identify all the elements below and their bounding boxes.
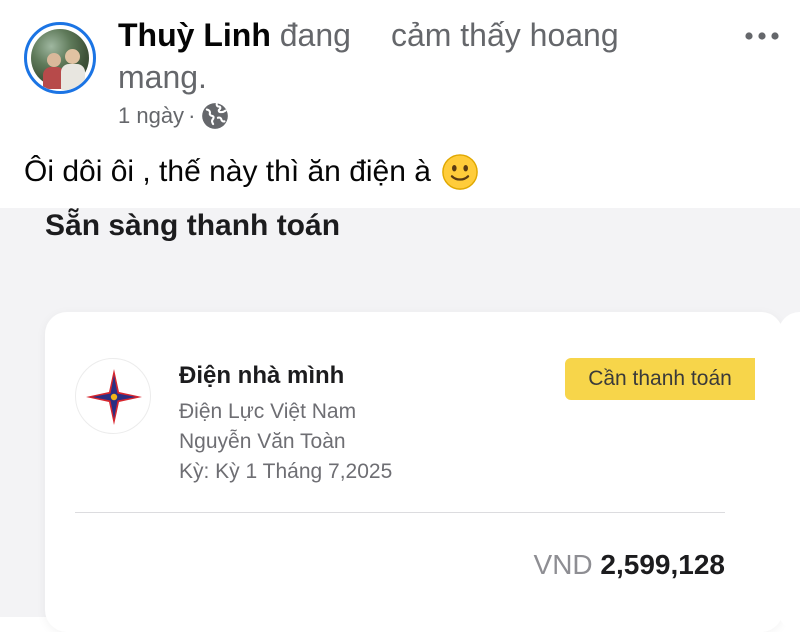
bill-amount: VND 2,599,128 [534, 548, 725, 582]
avatar-person-body [61, 64, 85, 90]
feeling-text-wrap: mang. [118, 59, 207, 95]
customer-name: Nguyễn Văn Toàn [179, 430, 346, 453]
post-header: Thuỳ Linh đang cảm thấy hoang mang. 1 ngà… [0, 0, 800, 140]
author-avatar[interactable] [24, 22, 96, 94]
author-line: Thuỳ Linh đang cảm thấy hoang mang. [118, 14, 738, 98]
divider [75, 512, 725, 513]
bill-card[interactable]: Điện nhà mình Điện Lực Việt Nam Nguyễn V… [45, 312, 783, 632]
avatar-photo [31, 29, 89, 90]
feeling-text: cảm thấy hoang [390, 17, 619, 53]
next-bill-card-edge[interactable] [778, 312, 800, 632]
globe-icon[interactable] [201, 102, 229, 130]
amount-value: 2,599,128 [600, 549, 725, 580]
shared-app-screenshot: Sẵn sàng thanh toán Điện nhà mình Điện L… [0, 208, 800, 632]
post-time[interactable]: 1 ngày [118, 103, 184, 129]
avatar-person-head [47, 53, 61, 67]
bill-name: Điện nhà mình [179, 362, 345, 389]
ellipsis-icon[interactable] [742, 24, 782, 48]
billing-period: Kỳ: Kỳ 1 Tháng 7,2025 [179, 460, 393, 483]
feeling-prefix: đang [279, 17, 351, 53]
author-name[interactable]: Thuỳ Linh [118, 17, 271, 53]
provider-name: Điện Lực Việt Nam [179, 400, 357, 423]
section-title: Sẵn sàng thanh toán [45, 209, 341, 242]
caption-text: Ôi dôi ôi , thế này thì ăn điện à [24, 155, 431, 188]
evn-star-logo-icon [75, 358, 151, 434]
avatar-person-head [65, 49, 80, 64]
slightly-smiling-face-icon [442, 154, 478, 190]
meta-separator: · [188, 103, 196, 128]
amount-currency: VND [533, 549, 593, 580]
post-meta: 1 ngày · [118, 100, 229, 132]
post-caption: Ôi dôi ôi , thế này thì ăn điện à [24, 150, 479, 194]
status-badge: Cần thanh toán [565, 358, 755, 400]
